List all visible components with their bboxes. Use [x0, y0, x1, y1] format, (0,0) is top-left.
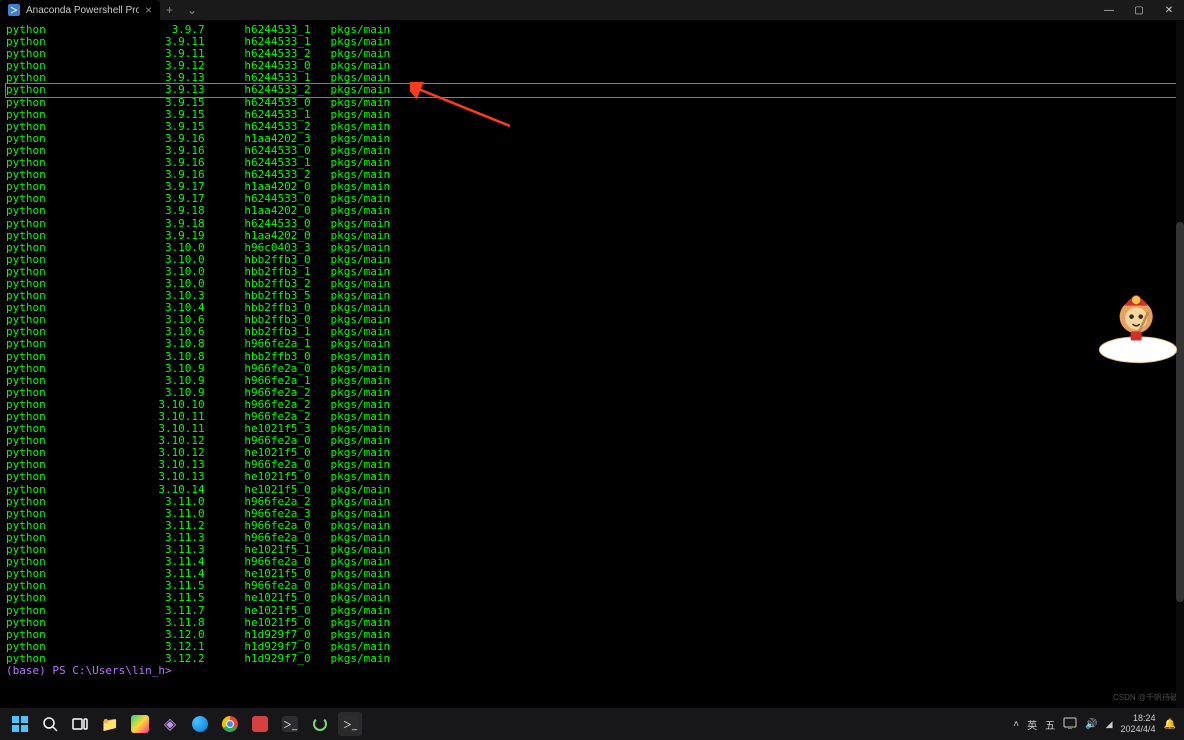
- package-row: python 3.10.13 he1021f5_0 pkgs/main: [6, 471, 1178, 483]
- package-row: python 3.9.15 h6244533_0 pkgs/main: [6, 97, 1178, 109]
- prompt-line[interactable]: (base) PS C:\Users\lin_h>: [6, 665, 1178, 677]
- ime-indicator-1[interactable]: 英: [1027, 717, 1037, 732]
- system-tray: ˄ 英 五 🔊 ◢ 18:24 2024/4/4 🔔: [1013, 713, 1176, 735]
- clock[interactable]: 18:24 2024/4/4: [1121, 713, 1156, 735]
- package-row: python 3.9.18 h1aa4202_0 pkgs/main: [6, 205, 1178, 217]
- package-row: python 3.10.9 h966fe2a_1 pkgs/main: [6, 375, 1178, 387]
- maximize-button[interactable]: ▢: [1124, 0, 1154, 20]
- close-window-button[interactable]: ✕: [1154, 0, 1184, 20]
- volume-icon[interactable]: 🔊: [1085, 719, 1097, 730]
- tray-chevron-icon[interactable]: ˄: [1013, 719, 1019, 730]
- package-row: python 3.9.18 h6244533_0 pkgs/main: [6, 218, 1178, 230]
- package-row: python 3.9.19 h1aa4202_0 pkgs/main: [6, 230, 1178, 242]
- start-button[interactable]: [8, 712, 32, 736]
- package-row: python 3.11.5 he1021f5_0 pkgs/main: [6, 592, 1178, 604]
- notifications-icon[interactable]: 🔔: [1164, 719, 1176, 730]
- mascot-overlay[interactable]: [1092, 278, 1184, 370]
- package-row: python 3.11.0 h966fe2a_2 pkgs/main: [6, 496, 1178, 508]
- file-explorer-button[interactable]: 📁: [98, 712, 122, 736]
- terminal-tab[interactable]: ＞ Anaconda Powershell Prompt ×: [0, 0, 160, 20]
- tab-dropdown-button[interactable]: ⌄: [187, 3, 197, 17]
- package-row: python 3.9.15 h6244533_1 pkgs/main: [6, 109, 1178, 121]
- app-button-red[interactable]: [248, 712, 272, 736]
- package-row: python 3.10.8 h966fe2a_1 pkgs/main: [6, 338, 1178, 350]
- package-row: python 3.10.14 he1021f5_0 pkgs/main: [6, 484, 1178, 496]
- window-controls: — ▢ ✕: [1094, 0, 1184, 20]
- package-row: python 3.10.9 h966fe2a_0 pkgs/main: [6, 363, 1178, 375]
- new-tab-button[interactable]: +: [166, 3, 173, 17]
- chrome-button[interactable]: [218, 712, 242, 736]
- time-text: 18:24: [1133, 713, 1156, 724]
- package-row: python 3.11.8 he1021f5_0 pkgs/main: [6, 617, 1178, 629]
- watermark-text: CSDN @千帆待破: [1113, 692, 1178, 704]
- search-button[interactable]: [38, 712, 62, 736]
- close-tab-icon[interactable]: ×: [145, 3, 152, 17]
- visual-studio-button[interactable]: ◈: [158, 712, 182, 736]
- pycharm-button[interactable]: [128, 712, 152, 736]
- minimize-button[interactable]: —: [1094, 0, 1124, 20]
- package-row: python 3.11.7 he1021f5_0 pkgs/main: [6, 605, 1178, 617]
- edge-button[interactable]: [188, 712, 212, 736]
- package-row: python 3.10.8 hbb2ffb3_0 pkgs/main: [6, 351, 1178, 363]
- anaconda-button[interactable]: [308, 712, 332, 736]
- package-row: python 3.12.2 h1d929f7_0 pkgs/main: [6, 653, 1178, 665]
- task-view-button[interactable]: [68, 712, 92, 736]
- tab-actions: + ⌄: [160, 0, 203, 20]
- network-icon[interactable]: ◢: [1106, 719, 1113, 730]
- taskbar: 📁 ◈ ＞_ ＞_ ˄ 英 五 🔊 ◢ 18:24 2024/4/4 🔔: [0, 708, 1184, 740]
- date-text: 2024/4/4: [1121, 724, 1156, 735]
- powershell-icon: ＞: [8, 4, 20, 16]
- window-titlebar: ＞ Anaconda Powershell Prompt × + ⌄ — ▢ ✕: [0, 0, 1184, 20]
- terminal-button-2[interactable]: ＞_: [338, 712, 362, 736]
- package-row: python 3.12.0 h1d929f7_0 pkgs/main: [6, 629, 1178, 641]
- ime-indicator-2[interactable]: 五: [1045, 717, 1055, 732]
- cast-icon[interactable]: [1063, 717, 1077, 732]
- terminal-output[interactable]: python 3.9.7 h6244533_1 pkgs/mainpython …: [0, 20, 1184, 708]
- terminal-button-1[interactable]: ＞_: [278, 712, 302, 736]
- package-row: python 3.10.0 h96c0403_3 pkgs/main: [6, 242, 1178, 254]
- tab-title: Anaconda Powershell Prompt: [26, 5, 139, 16]
